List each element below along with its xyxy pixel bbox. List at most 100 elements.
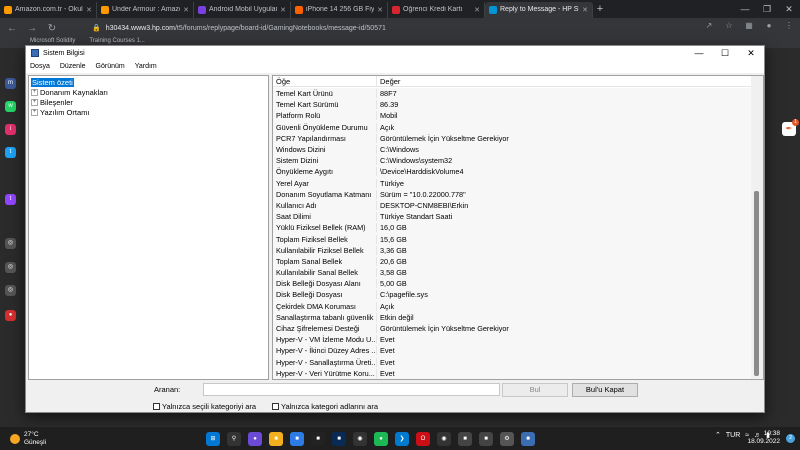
store-icon[interactable]: ■ bbox=[290, 432, 304, 446]
checkbox-box[interactable] bbox=[153, 403, 160, 410]
opera-icon[interactable]: O bbox=[416, 432, 430, 446]
tree-item[interactable]: Sistem özeti bbox=[31, 77, 266, 87]
sidebar-tool-icon[interactable]: ● bbox=[5, 310, 16, 321]
menu-view[interactable]: Görünüm bbox=[96, 63, 125, 70]
list-row[interactable]: Toplam Fiziksel Bellek 15,6 GB bbox=[273, 233, 751, 245]
language-indicator[interactable]: TUR bbox=[726, 432, 740, 439]
browser-tab[interactable]: Amazon.com.tr - Okula dö✕ bbox=[0, 1, 97, 18]
list-row[interactable]: Donanım Soyutlama Katmanı Sürüm = "10.0.2… bbox=[273, 188, 751, 200]
menu-file[interactable]: Dosya bbox=[30, 63, 50, 70]
list-row[interactable]: Temel Kart Ürünü 88F7 bbox=[273, 88, 751, 100]
list-row[interactable]: Disk Belleği Dosyası Alanı 5,00 GB bbox=[273, 278, 751, 290]
dialog-maximize-button[interactable]: ☐ bbox=[712, 46, 738, 60]
tree-item[interactable]: + Yazılım Ortamı bbox=[31, 107, 266, 117]
sidebar-tool-icon[interactable]: ◎ bbox=[5, 285, 16, 296]
browser-tab[interactable]: iPhone 14 256 GB Fiyatı, Ta✕ bbox=[291, 1, 388, 18]
browser-tab[interactable]: Öğrenci Kredi Kartı ✕ bbox=[388, 1, 485, 18]
list-row[interactable]: Yüklü Fiziksel Bellek (RAM) 16,0 GB bbox=[273, 222, 751, 234]
list-row[interactable]: Temel Kart Sürümü 86.39 bbox=[273, 99, 751, 111]
reload-icon[interactable]: ↻ bbox=[46, 23, 58, 34]
menu-edit[interactable]: Düzenle bbox=[60, 63, 86, 70]
checkbox-box[interactable] bbox=[272, 403, 279, 410]
list-row[interactable]: Hyper-V - İkinci Düzey Adres ... Evet bbox=[273, 345, 751, 357]
vscode-icon[interactable]: ❯ bbox=[395, 432, 409, 446]
column-header-item[interactable]: Öğe bbox=[273, 76, 377, 86]
tab-close-icon[interactable]: ✕ bbox=[183, 6, 189, 14]
bookmark-star-icon[interactable]: ☆ bbox=[724, 21, 734, 31]
forward-icon[interactable]: → bbox=[26, 23, 38, 34]
list-row[interactable]: Hyper-V - Veri Yürütme Koru... Evet bbox=[273, 367, 751, 379]
list-row[interactable]: Çekirdek DMA Koruması Açık bbox=[273, 300, 751, 312]
file-explorer-icon[interactable]: ■ bbox=[269, 432, 283, 446]
tree-item[interactable]: + Donanım Kaynakları bbox=[31, 87, 266, 97]
expand-plus-icon[interactable]: + bbox=[31, 88, 38, 96]
list-row[interactable]: Hyper-V - Sanallaştırma Üreti... Evet bbox=[273, 356, 751, 368]
scrollbar-thumb[interactable] bbox=[754, 191, 759, 376]
minimize-icon[interactable]: — bbox=[734, 0, 756, 18]
menu-help[interactable]: Yardım bbox=[135, 63, 157, 70]
extensions-icon[interactable]: ▦ bbox=[744, 21, 754, 31]
list-row[interactable]: Kullanılabilir Sanal Bellek 3,58 GB bbox=[273, 267, 751, 279]
system-info-taskbar-icon[interactable]: ■ bbox=[521, 432, 535, 446]
list-row[interactable]: Yerel Ayar Türkiye bbox=[273, 177, 751, 189]
list-row[interactable]: Sanallaştırma tabanlı güvenlik Etkin deği… bbox=[273, 311, 751, 323]
app-icon[interactable]: ■ bbox=[458, 432, 472, 446]
search-selected-category-checkbox[interactable]: Yalnızca seçili kategoriyi ara bbox=[153, 402, 256, 411]
category-tree[interactable]: Sistem özeti + Donanım Kaynakları + Bileşenl… bbox=[28, 75, 269, 380]
find-button[interactable]: Bul bbox=[502, 383, 568, 397]
details-list[interactable]: Öğe Değer Temel Kart Ürünü 88F7 Temel Kart… bbox=[272, 75, 764, 380]
list-row[interactable]: Windows Dizini C:\Windows bbox=[273, 143, 751, 156]
address-bar[interactable]: 🔒 h30434.www3.hp.com/t5/forums/replypage… bbox=[92, 21, 652, 35]
list-row[interactable]: Cihaz Şifrelemesi Desteği Görüntülemek İç… bbox=[273, 322, 751, 335]
tab-close-icon[interactable]: ✕ bbox=[474, 6, 480, 14]
feedback-icon[interactable]: ✒ 1 bbox=[782, 119, 799, 136]
browser-tab[interactable]: Reply to Message - HP Su ✕ bbox=[485, 1, 593, 18]
expand-plus-icon[interactable]: + bbox=[31, 108, 38, 116]
spotify-icon[interactable]: ● bbox=[374, 432, 388, 446]
find-input[interactable] bbox=[203, 383, 500, 396]
close-icon[interactable]: ✕ bbox=[778, 0, 800, 18]
teams-chat-icon[interactable]: ● bbox=[248, 432, 262, 446]
list-row[interactable]: Disk Belleği Dosyası C:\pagefile.sys bbox=[273, 289, 751, 301]
list-row[interactable]: PCR7 Yapılandırması Görüntülemek İçin Yük… bbox=[273, 132, 751, 144]
instagram-icon[interactable]: i bbox=[5, 124, 16, 135]
list-row[interactable]: Kullanılabilir Fiziksel Bellek 3,36 GB bbox=[273, 244, 751, 256]
tab-close-icon[interactable]: ✕ bbox=[86, 6, 92, 14]
list-row[interactable]: Toplam Sanal Bellek 20,6 GB bbox=[273, 255, 751, 267]
list-row[interactable]: Platform Rolü Mobil bbox=[273, 110, 751, 122]
menu-icon[interactable]: ⋮ bbox=[784, 21, 794, 31]
twitter-icon[interactable]: t bbox=[5, 147, 16, 158]
list-row[interactable]: Sistem Dizini C:\Windows\system32 bbox=[273, 155, 751, 167]
back-icon[interactable]: ← bbox=[6, 23, 18, 34]
tree-item[interactable]: + Bileşenler bbox=[31, 97, 266, 107]
list-row[interactable]: Güvenli Önyükleme Durumu Açık bbox=[273, 121, 751, 133]
expand-plus-icon[interactable]: + bbox=[31, 98, 38, 106]
sidebar-tool-icon[interactable]: ◎ bbox=[5, 238, 16, 249]
weather-widget[interactable]: 27°C Güneşli bbox=[10, 431, 46, 447]
whatsapp-icon[interactable]: w bbox=[5, 101, 16, 112]
tab-close-icon[interactable]: ✕ bbox=[582, 6, 588, 14]
notification-badge[interactable]: 2 bbox=[786, 434, 795, 443]
restore-icon[interactable]: ❐ bbox=[756, 0, 778, 18]
list-row[interactable]: Kullanıcı Adı DESKTOP-CNM8EBI\Erkin bbox=[273, 199, 751, 212]
browser-tab[interactable]: Android Mobil Uygulama✕ bbox=[194, 1, 291, 18]
messenger-icon[interactable]: m bbox=[5, 78, 16, 89]
list-row[interactable]: Önyükleme Aygıtı \Device\HarddiskVolume4 bbox=[273, 166, 751, 178]
app-icon[interactable]: ■ bbox=[311, 432, 325, 446]
new-tab-button[interactable]: + bbox=[593, 3, 607, 15]
chevron-up-icon[interactable]: ⌃ bbox=[715, 431, 721, 439]
tab-close-icon[interactable]: ✕ bbox=[280, 6, 286, 14]
profile-icon[interactable]: ● bbox=[764, 21, 774, 31]
browser-tab[interactable]: Under Armour : Amazon.c✕ bbox=[97, 1, 194, 18]
chrome-icon[interactable]: ◉ bbox=[353, 432, 367, 446]
search-icon[interactable]: ⚲ bbox=[227, 432, 241, 446]
share-icon[interactable]: ↗ bbox=[704, 21, 714, 31]
list-row[interactable]: Hyper-V - VM İzleme Modu U... Evet bbox=[273, 334, 751, 346]
app-icon[interactable]: ◉ bbox=[437, 432, 451, 446]
close-find-button[interactable]: Bul'u Kapat bbox=[572, 383, 638, 397]
list-row[interactable]: Saat Dilimi Türkiye Standart Saati bbox=[273, 211, 751, 223]
column-header-value[interactable]: Değer bbox=[377, 76, 621, 86]
dialog-minimize-button[interactable]: — bbox=[686, 46, 712, 60]
dialog-close-button[interactable]: ✕ bbox=[738, 46, 764, 60]
sidebar-tool-icon[interactable]: ◎ bbox=[5, 262, 16, 273]
